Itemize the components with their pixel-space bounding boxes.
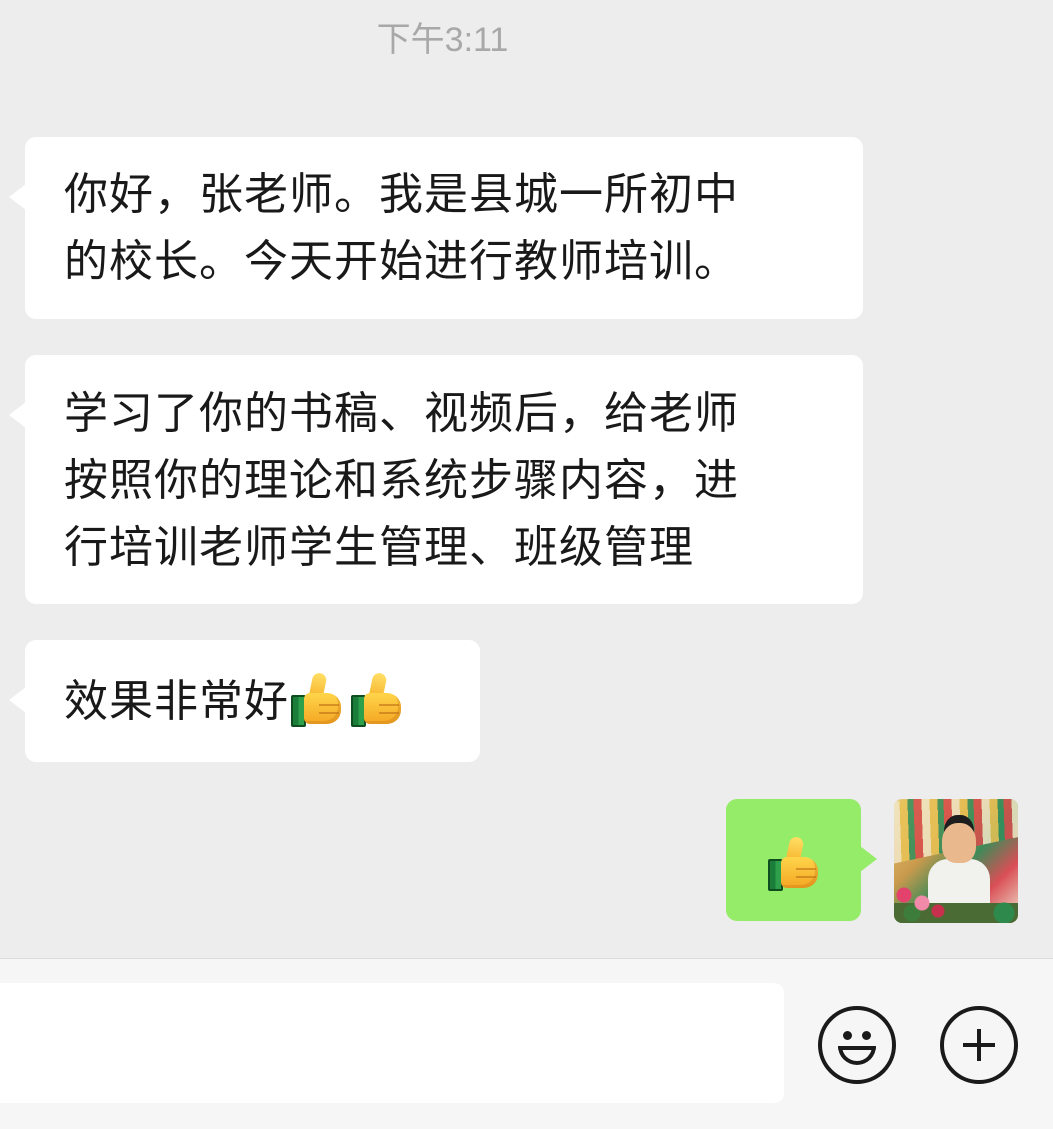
thumbs-up-icon — [289, 671, 343, 727]
smiley-face-icon[interactable] — [818, 1006, 896, 1084]
incoming-message-bubble[interactable]: 你好，张老师。我是县城一所初中 的校长。今天开始进行教师培训。 — [9, 137, 863, 319]
outgoing-message-bubble[interactable] — [726, 799, 877, 921]
message-text: 效果非常好 — [64, 676, 289, 727]
message-text-line: 效果非常好 — [64, 668, 452, 735]
sender-avatar[interactable] — [894, 799, 1018, 923]
message-text-line: 行培训老师学生管理、班级管理 — [64, 522, 694, 573]
message-input-bar — [0, 958, 1053, 1129]
thumbs-up-icon — [766, 835, 820, 891]
message-timestamp: 下午3:11 — [376, 21, 509, 59]
incoming-message-bubble[interactable]: 学习了你的书稿、视频后，给老师 按照你的理论和系统步骤内容，进 行培训老师学生管… — [9, 355, 863, 604]
message-text-line: 你好，张老师。我是县城一所初中 — [64, 169, 739, 220]
incoming-message-bubble[interactable]: 效果非常好 — [9, 640, 480, 762]
message-text-line: 的校长。今天开始进行教师培训。 — [64, 236, 739, 287]
thumbs-up-icon — [349, 671, 403, 727]
message-text-input[interactable] — [0, 983, 784, 1103]
message-text-line: 学习了你的书稿、视频后，给老师 — [64, 388, 739, 439]
chat-area[interactable]: 下午3:11 你好，张老师。我是县城一所初中 的校长。今天开始进行教师培训。 学… — [0, 0, 1053, 958]
plus-circle-icon[interactable] — [940, 1006, 1018, 1084]
message-text-line: 按照你的理论和系统步骤内容，进 — [64, 455, 739, 506]
